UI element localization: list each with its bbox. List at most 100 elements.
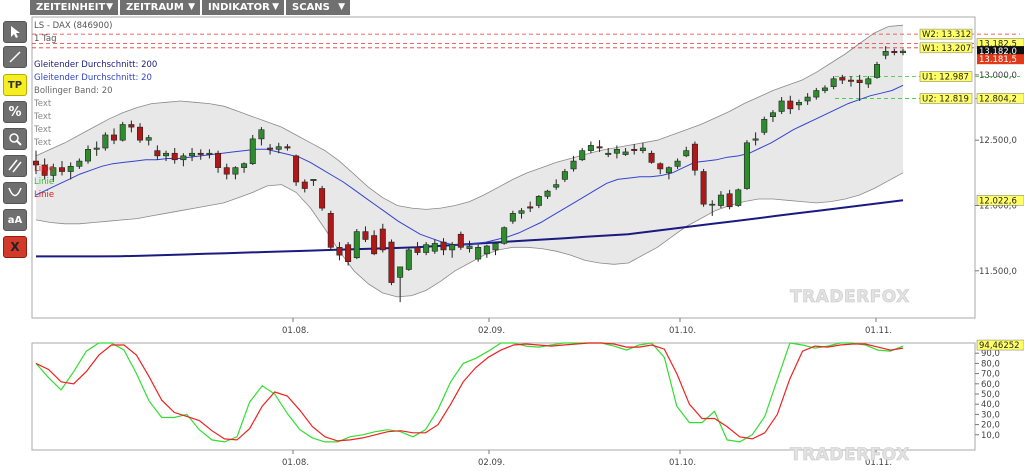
ask-price-label: 13.181,5 bbox=[979, 55, 1017, 65]
candle-body-up bbox=[249, 138, 256, 164]
delete-drawings-button[interactable]: X bbox=[3, 236, 27, 258]
stoch-y-tick-label: 20,0 bbox=[981, 421, 1000, 431]
candle-body-up bbox=[674, 160, 681, 167]
level-label: 12.804,2 bbox=[979, 94, 1017, 104]
candle bbox=[691, 141, 698, 176]
curve-tool-button[interactable] bbox=[3, 182, 27, 204]
legend-ma200[interactable]: Gleitender Durchschnitt: 200 bbox=[34, 60, 157, 70]
candle-body-up bbox=[613, 149, 620, 154]
candle-body-down bbox=[336, 246, 343, 256]
legend-ma20[interactable]: Gleitender Durchschnitt: 20 bbox=[34, 73, 152, 83]
candle bbox=[475, 244, 482, 262]
candle-body-down bbox=[379, 228, 386, 251]
x-tick-label: 02.09. bbox=[478, 326, 505, 336]
stoch-y-tick-label: 70,0 bbox=[981, 370, 1000, 380]
channel-tool-button[interactable] bbox=[3, 155, 27, 177]
candle-body-up bbox=[206, 152, 213, 155]
candle-body-up bbox=[900, 50, 906, 53]
legend-line[interactable]: Linie bbox=[34, 177, 54, 187]
candle-body-up bbox=[709, 203, 716, 206]
candle-body-down bbox=[856, 79, 863, 84]
candle-body-up bbox=[67, 166, 74, 172]
candle bbox=[388, 239, 395, 286]
candle bbox=[874, 61, 880, 79]
candle bbox=[319, 185, 326, 211]
candle-body-down bbox=[345, 244, 352, 262]
candle-body-up bbox=[241, 163, 248, 168]
zoom-tool-button[interactable] bbox=[3, 128, 27, 150]
candle-body-up bbox=[795, 101, 802, 106]
candle-body-down bbox=[527, 206, 534, 209]
parallel-lines-icon bbox=[8, 159, 22, 173]
candle-body-up bbox=[405, 249, 412, 270]
legend-line[interactable]: Linie bbox=[34, 164, 54, 174]
y-tick-label: 11.500,0 bbox=[979, 267, 1017, 277]
line-tool-button[interactable] bbox=[3, 46, 27, 68]
candle-body-up bbox=[85, 149, 92, 162]
trendline-icon bbox=[9, 51, 21, 63]
candle-body-down bbox=[657, 163, 664, 170]
candle-body-up bbox=[639, 147, 646, 151]
candle-body-up bbox=[466, 245, 473, 249]
candle-body-up bbox=[189, 152, 196, 157]
candle-body-down bbox=[111, 134, 118, 141]
candle-body-down bbox=[839, 77, 846, 81]
level-label: U2: 12.819 bbox=[922, 95, 969, 105]
candle-body-up bbox=[509, 213, 516, 222]
stoch-x-tick-label: 01.10. bbox=[669, 458, 696, 468]
stoch-pane-frame bbox=[31, 342, 976, 451]
stoch-y-tick-label: 10,0 bbox=[981, 431, 1000, 441]
level-label: W2: 13.312 bbox=[922, 30, 971, 40]
candle bbox=[405, 247, 412, 271]
candle-body-up bbox=[501, 227, 508, 244]
percent-tool-button[interactable]: % bbox=[3, 101, 27, 123]
candle-body-up bbox=[752, 138, 759, 141]
stoch-y-tick-label: 50,0 bbox=[981, 390, 1000, 400]
stoch-y-tick-label: 60,0 bbox=[981, 380, 1000, 390]
candle-body-up bbox=[882, 51, 889, 56]
legend-text[interactable]: Text bbox=[33, 138, 52, 148]
curve-icon bbox=[8, 187, 22, 197]
candle-body-up bbox=[353, 231, 360, 259]
tp-tool-button[interactable]: TP bbox=[3, 74, 27, 96]
candle-body-down bbox=[215, 152, 222, 168]
candle-body-down bbox=[388, 241, 395, 283]
legend-text[interactable]: Text bbox=[33, 125, 52, 135]
candle-body-up bbox=[778, 100, 785, 112]
candle-body-down bbox=[787, 100, 794, 110]
candle-body-down bbox=[301, 181, 308, 189]
candle-body-down bbox=[267, 147, 274, 150]
x-tick-label: 01.10. bbox=[669, 326, 696, 336]
candle-body-up bbox=[258, 129, 265, 140]
candle bbox=[735, 188, 742, 207]
candle-body-up bbox=[397, 266, 404, 278]
candle-body-down bbox=[137, 126, 144, 141]
candle-body-up bbox=[735, 189, 742, 206]
candle-body-up bbox=[275, 146, 282, 150]
chart-canvas[interactable]: 11.500,012.000,012.500,013.000,0W2: 13.3… bbox=[0, 0, 1024, 471]
candle-body-up bbox=[475, 246, 482, 260]
legend-line[interactable]: Linie bbox=[34, 190, 54, 200]
candle-body-up bbox=[874, 64, 880, 78]
candle bbox=[249, 134, 256, 165]
legend-bollinger[interactable]: Bollinger Band: 20 bbox=[34, 86, 113, 96]
candle-body-down bbox=[891, 51, 898, 53]
candle-body-up bbox=[743, 142, 750, 189]
pointer-tool-button[interactable] bbox=[3, 21, 27, 43]
legend-instrument: LS - DAX (846900) bbox=[34, 21, 112, 31]
y-tick-label: 12.500,0 bbox=[979, 136, 1017, 146]
candle bbox=[457, 231, 464, 250]
candle-body-down bbox=[440, 241, 447, 251]
candle-body-up bbox=[665, 167, 672, 174]
candle-body-up bbox=[518, 210, 525, 214]
candle-body-up bbox=[232, 167, 239, 175]
candle-body-up bbox=[587, 145, 594, 151]
text-tool-button[interactable]: aA bbox=[3, 209, 27, 231]
candle-body-down bbox=[371, 235, 378, 255]
legend-text[interactable]: Text bbox=[33, 112, 52, 122]
stoch-y-tick-label: 80,0 bbox=[981, 359, 1000, 369]
magnifier-icon bbox=[9, 133, 22, 146]
candle-body-down bbox=[691, 143, 698, 171]
candle-body-down bbox=[171, 152, 178, 161]
legend-text[interactable]: Text bbox=[33, 99, 52, 109]
